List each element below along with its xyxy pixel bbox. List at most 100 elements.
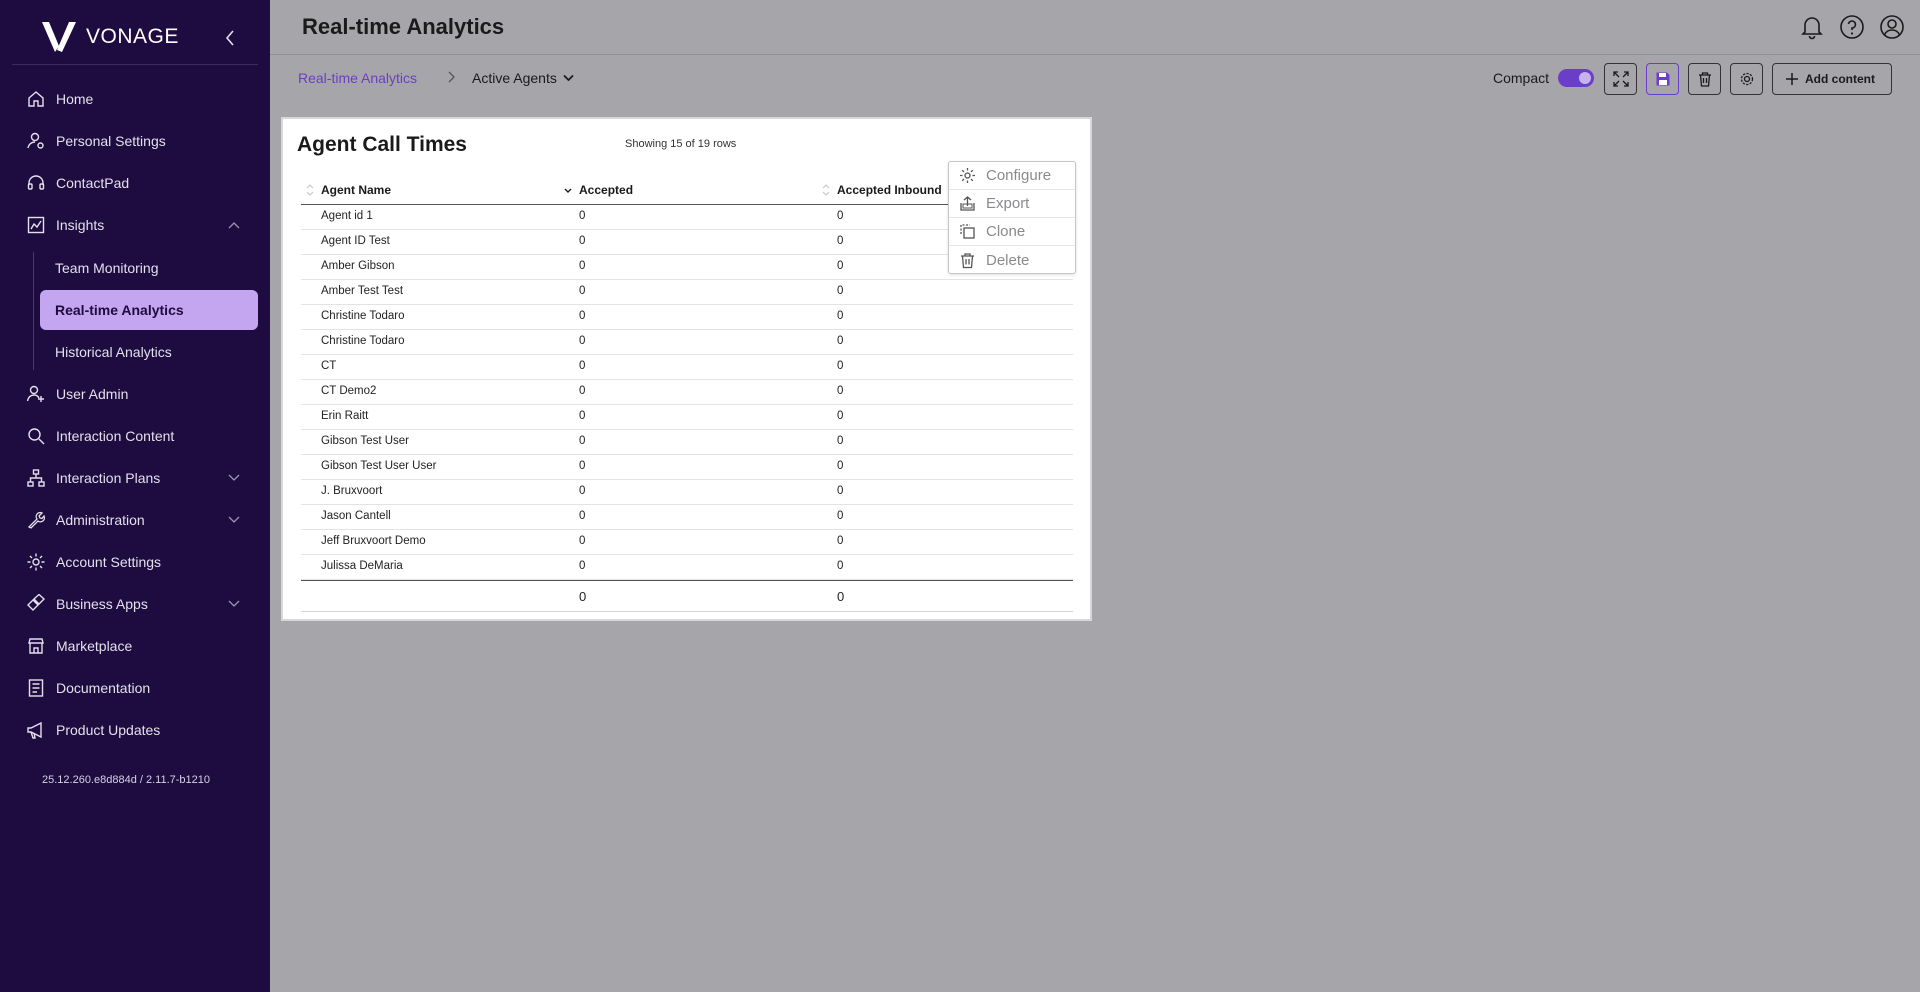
menu-item-delete[interactable]: Delete [949, 246, 1075, 274]
cell-accepted: 0 [579, 560, 586, 572]
submenu-guide-line [33, 252, 34, 370]
sort-descending-icon[interactable] [563, 183, 573, 197]
cell-accepted-inbound: 0 [837, 360, 844, 372]
sidebar-item-label: Account Settings [56, 554, 162, 570]
sidebar-subitem-historical-analytics[interactable]: Historical Analytics [40, 332, 258, 372]
dashboard-settings-button[interactable] [1730, 63, 1763, 95]
headset-icon [27, 175, 45, 190]
notifications-button[interactable] [1799, 14, 1825, 40]
sidebar-item-insights[interactable]: Insights [0, 205, 270, 245]
sidebar-item-label: Home [56, 91, 94, 107]
help-button[interactable] [1839, 14, 1865, 40]
save-icon [1656, 72, 1669, 86]
search-icon [28, 428, 45, 445]
gear-icon [1740, 72, 1753, 86]
cell-accepted-inbound: 0 [837, 385, 844, 397]
sidebar-item-label: Documentation [56, 680, 151, 696]
table-totals-row: 0 0 [301, 580, 1073, 612]
sidebar-item-product-updates[interactable]: Product Updates [0, 710, 270, 750]
sidebar-item-label: Interaction Plans [56, 470, 161, 486]
sidebar-item-user-admin[interactable]: User Admin [0, 374, 270, 414]
cell-accepted: 0 [579, 460, 586, 472]
sidebar-subitem-label: Real-time Analytics [55, 302, 184, 318]
cell-accepted: 0 [579, 310, 586, 322]
add-content-button[interactable]: Add content [1772, 63, 1892, 95]
cell-agent-name: CT [321, 360, 337, 372]
apps-icon [27, 594, 46, 611]
export-icon [960, 196, 975, 211]
version-text: 25.12.260.e8d884d / 2.11.7-b1210 [42, 774, 211, 786]
cell-agent-name: Agent ID Test [321, 235, 390, 247]
sidebar-item-label: User Admin [56, 386, 129, 402]
dashboard-toolbar: Real-time Analytics Active Agents Compac… [270, 56, 1920, 102]
cell-accepted: 0 [579, 410, 586, 422]
cell-accepted: 0 [579, 485, 586, 497]
cell-agent-name: J. Bruxvoort [321, 485, 383, 497]
menu-item-configure[interactable]: Configure [949, 162, 1075, 190]
fullscreen-button[interactable] [1604, 63, 1637, 95]
table-row: Erin Raitt 0 0 [301, 405, 1073, 430]
dashboard-selector[interactable]: Active Agents [472, 70, 574, 86]
sort-icon[interactable] [821, 183, 831, 197]
sidebar-item-label: Interaction Content [56, 428, 175, 444]
delete-dashboard-button[interactable] [1688, 63, 1721, 95]
user-add-icon [26, 385, 44, 402]
chevron-down-icon [228, 516, 240, 523]
sidebar-divider [12, 64, 258, 65]
sidebar-subitem-team-monitoring[interactable]: Team Monitoring [40, 248, 258, 288]
sidebar-subitem-realtime-analytics[interactable]: Real-time Analytics [40, 290, 258, 330]
user-profile-button[interactable] [1879, 14, 1905, 40]
cell-agent-name: Jeff Bruxvoort Demo [321, 535, 426, 547]
breadcrumb-realtime-analytics[interactable]: Real-time Analytics [298, 70, 417, 86]
sidebar-item-marketplace[interactable]: Marketplace [0, 626, 270, 666]
trash-icon [961, 252, 974, 268]
sidebar-item-personal-settings[interactable]: Personal Settings [0, 121, 270, 161]
menu-item-export[interactable]: Export [949, 190, 1075, 218]
sidebar-item-home[interactable]: Home [0, 79, 270, 119]
chevron-right-icon [448, 71, 455, 83]
collapse-sidebar-button[interactable] [222, 28, 238, 48]
cell-agent-name: Erin Raitt [321, 410, 369, 422]
cell-agent-name: Christine Todaro [321, 335, 405, 347]
vonage-logo[interactable]: VONAGE [40, 20, 179, 54]
table-row: Julissa DeMaria 0 0 [301, 555, 1073, 580]
table-row: Jason Cantell 0 0 [301, 505, 1073, 530]
sidebar: VONAGE Home Personal Settings ContactPad… [0, 0, 270, 992]
cell-accepted-inbound: 0 [837, 410, 844, 422]
cell-accepted: 0 [579, 435, 586, 447]
sidebar-item-business-apps[interactable]: Business Apps [0, 584, 270, 624]
add-content-label: Add content [1805, 72, 1875, 86]
cell-agent-name: Christine Todaro [321, 310, 405, 322]
sidebar-item-account-settings[interactable]: Account Settings [0, 542, 270, 582]
column-header-accepted-inbound[interactable]: Accepted Inbound [837, 183, 942, 197]
top-bar: Real-time Analytics [270, 0, 1920, 55]
sidebar-item-label: Product Updates [56, 722, 161, 738]
sidebar-item-label: Personal Settings [56, 133, 166, 149]
sidebar-item-administration[interactable]: Administration [0, 500, 270, 540]
brand-name: VONAGE [86, 25, 179, 48]
chart-icon [27, 216, 45, 234]
sidebar-item-label: ContactPad [56, 175, 130, 191]
sort-icon[interactable] [305, 183, 315, 197]
sidebar-item-interaction-plans[interactable]: Interaction Plans [0, 458, 270, 498]
column-header-accepted[interactable]: Accepted [579, 183, 633, 197]
sidebar-item-contactpad[interactable]: ContactPad [0, 163, 270, 203]
column-header-agent-name[interactable]: Agent Name [321, 183, 391, 197]
bell-icon [1801, 17, 1823, 40]
cell-accepted-inbound: 0 [837, 535, 844, 547]
save-button[interactable] [1646, 63, 1679, 95]
cell-accepted-inbound: 0 [837, 460, 844, 472]
cell-accepted-inbound: 0 [837, 285, 844, 297]
table-row: Christine Todaro 0 0 [301, 330, 1073, 355]
wrench-icon [27, 511, 46, 529]
compact-toggle[interactable] [1558, 69, 1594, 87]
cell-accepted-inbound: 0 [837, 510, 844, 522]
cell-accepted: 0 [579, 260, 586, 272]
store-icon [28, 638, 44, 654]
sidebar-item-documentation[interactable]: Documentation [0, 668, 270, 708]
cell-accepted-inbound: 0 [837, 235, 844, 247]
hierarchy-icon [27, 469, 45, 487]
sidebar-item-interaction-content[interactable]: Interaction Content [0, 416, 270, 456]
clone-icon [960, 224, 975, 239]
menu-item-clone[interactable]: Clone [949, 218, 1075, 246]
